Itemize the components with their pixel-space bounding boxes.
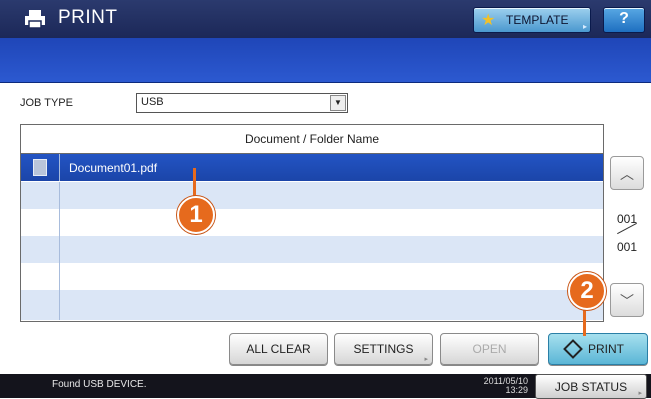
table-row[interactable] [21,236,603,264]
column-separator [59,209,60,236]
chevron-down-icon: ﹀ [620,293,634,309]
corner-indicator-icon: ▸ [582,22,587,31]
page-title: PRINT [58,7,118,28]
job-status-label: JOB STATUS [554,380,628,394]
job-type-label: JOB TYPE [20,97,73,109]
title-bar: PRINT ★ TEMPLATE ▸ ? [0,0,651,38]
corner-indicator-icon: ▸ [638,390,642,397]
table-row[interactable]: Document01.pdf [21,154,603,182]
callout-1-number: 1 [189,201,203,228]
dropdown-arrow-icon[interactable]: ▼ [330,95,346,111]
open-button[interactable]: OPEN [440,333,539,365]
callout-2: 2 [568,272,606,310]
help-button[interactable]: ? [603,7,645,33]
scroll-down-button[interactable]: ﹀ [610,283,644,317]
table-row[interactable] [21,209,603,237]
job-type-select[interactable]: USB ▼ [136,93,348,113]
job-type-value: USB [141,96,164,108]
template-label: TEMPLATE [506,13,569,27]
corner-indicator-icon: ▸ [424,356,428,363]
printer-icon [25,10,45,29]
column-separator [59,182,60,209]
table-row[interactable] [21,182,603,210]
page-total: 001 [616,240,638,254]
scroll-up-button[interactable]: ︿ [610,156,644,190]
settings-label: SETTINGS [353,342,414,356]
date-time: 2011/05/10 13:29 [466,377,528,395]
star-icon: ★ [481,12,496,29]
callout-2-pointer [583,306,586,336]
column-separator [59,236,60,263]
print-button[interactable]: PRINT [548,333,648,365]
all-clear-button[interactable]: ALL CLEAR [229,333,328,365]
header-band [0,38,651,83]
print-label: PRINT [588,342,624,356]
callout-2-number: 2 [580,277,594,304]
column-separator [59,290,60,320]
all-clear-label: ALL CLEAR [246,342,311,356]
settings-button[interactable]: SETTINGS ▸ [334,333,433,365]
callout-1-pointer [193,168,196,198]
table-row[interactable] [21,263,603,291]
job-status-button[interactable]: JOB STATUS ▸ [535,374,647,399]
file-name: Document01.pdf [69,161,158,175]
document-icon [33,159,47,176]
callout-1: 1 [177,196,215,234]
column-separator [59,154,60,181]
column-header-name: Document / Folder Name [244,132,380,146]
open-label: OPEN [472,342,507,356]
help-label: ? [619,10,629,27]
status-message: Found USB DEVICE. [52,379,147,390]
file-table: Document / Folder Name Document01.pdf [20,124,604,322]
table-header: Document / Folder Name [21,125,603,154]
page-current: 001 [616,212,638,226]
table-row[interactable] [21,290,603,321]
column-separator [59,263,60,290]
template-button[interactable]: ★ TEMPLATE ▸ [473,7,591,33]
status-time: 13:29 [505,385,528,395]
chevron-up-icon: ︿ [620,166,634,182]
